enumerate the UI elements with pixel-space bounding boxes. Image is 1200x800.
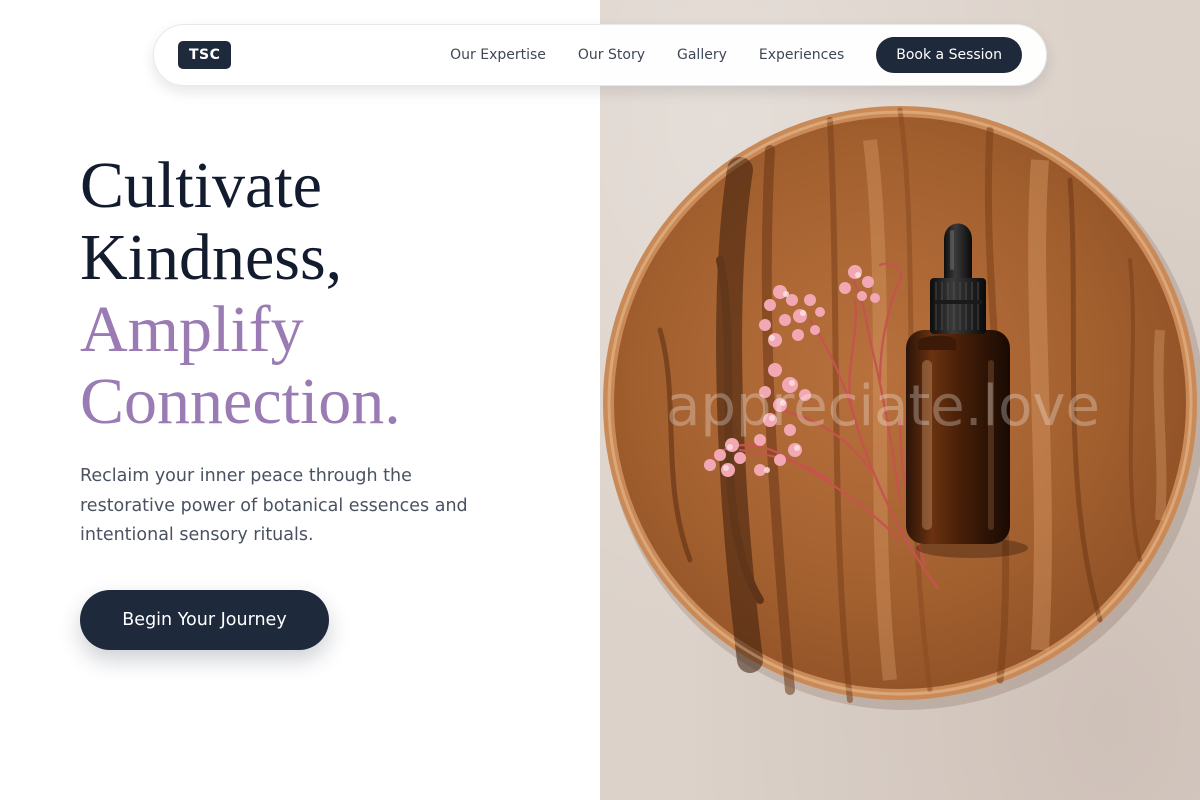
headline-line-4: Connection. xyxy=(80,365,401,438)
brand-logo[interactable]: TSC xyxy=(178,41,232,69)
hero-image: appreciate.love xyxy=(600,0,1200,800)
headline-line-3: Amplify xyxy=(80,293,304,366)
nav-link-our-story[interactable]: Our Story xyxy=(578,47,645,63)
book-session-button[interactable]: Book a Session xyxy=(876,37,1022,73)
nav-links: Our Expertise Our Story Gallery Experien… xyxy=(450,37,1022,73)
top-navigation: TSC Our Expertise Our Story Gallery Expe… xyxy=(153,24,1047,86)
headline-line-1: Cultivate xyxy=(80,149,322,222)
watermark-text: appreciate.love xyxy=(666,374,1100,439)
nav-link-our-expertise[interactable]: Our Expertise xyxy=(450,47,546,63)
nav-link-experiences[interactable]: Experiences xyxy=(759,47,844,63)
hero-subtext: Reclaim your inner peace through the res… xyxy=(80,466,468,545)
hero-headline: Cultivate Kindness, Amplify Connection. xyxy=(80,150,401,438)
begin-journey-button[interactable]: Begin Your Journey xyxy=(80,590,329,650)
nav-link-gallery[interactable]: Gallery xyxy=(677,47,727,63)
headline-line-2: Kindness, xyxy=(80,221,343,294)
